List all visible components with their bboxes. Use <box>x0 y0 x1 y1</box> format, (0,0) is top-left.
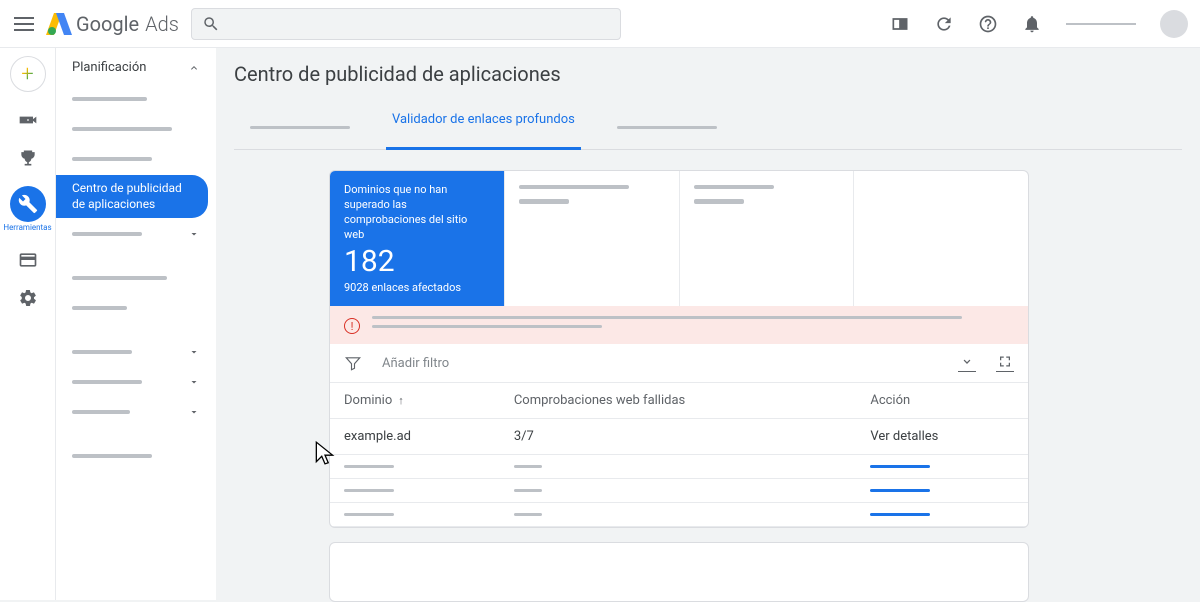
rail-campaigns[interactable] <box>8 110 48 130</box>
megaphone-icon <box>18 110 38 130</box>
panel-item[interactable] <box>56 294 216 322</box>
alert-banner: ! <box>330 306 1028 344</box>
download-icon[interactable] <box>958 354 976 372</box>
panel-item[interactable] <box>56 264 216 292</box>
filter-bar: Añadir filtro <box>330 344 1028 383</box>
cell-failed: 3/7 <box>500 419 857 455</box>
cell-domain: example.ad <box>330 419 500 455</box>
panel-item[interactable] <box>56 442 216 470</box>
appearance-icon[interactable] <box>890 14 910 34</box>
search-input[interactable] <box>191 8 621 40</box>
panel-item[interactable] <box>56 220 216 248</box>
rail-admin[interactable] <box>8 288 48 308</box>
rail-tools[interactable]: Herramientas <box>8 186 48 232</box>
table-row: example.ad 3/7 Ver detalles <box>330 419 1028 455</box>
chevron-down-icon <box>188 228 200 240</box>
rail-tools-label: Herramientas <box>3 224 51 232</box>
tab-item[interactable] <box>244 102 356 149</box>
table-row <box>330 479 1028 503</box>
sort-asc-icon: ↑ <box>398 394 404 407</box>
ads-logo-icon <box>48 13 70 35</box>
stat-box[interactable] <box>680 171 855 306</box>
panel-item-app-hub[interactable]: Centro de publicidad de aplicaciones <box>56 175 208 218</box>
add-filter-input[interactable]: Añadir filtro <box>382 356 938 371</box>
rail-billing[interactable] <box>8 250 48 270</box>
panel-item[interactable] <box>56 145 216 173</box>
logo-text-google: Google <box>76 12 139 36</box>
chevron-down-icon <box>188 406 200 418</box>
gear-icon <box>18 288 38 308</box>
panel-item[interactable] <box>56 368 216 396</box>
plus-icon: + <box>21 62 33 87</box>
tools-icon <box>18 194 38 214</box>
panel-item-label: Centro de publicidad de aplicaciones <box>72 181 196 212</box>
search-icon <box>202 15 220 33</box>
rail-create[interactable]: + <box>8 56 48 92</box>
panel-section-header[interactable]: Planificación <box>56 60 216 85</box>
card-icon <box>18 250 38 270</box>
stat-box[interactable] <box>854 171 1028 306</box>
fullscreen-icon[interactable] <box>996 354 1014 372</box>
page-title: Centro de publicidad de aplicaciones <box>234 62 1182 86</box>
google-ads-logo[interactable]: Google Ads <box>48 12 179 36</box>
chevron-up-icon <box>188 62 200 74</box>
panel-section-title: Planificación <box>72 60 146 75</box>
notifications-icon[interactable] <box>1022 14 1042 34</box>
tab-bar: Validador de enlaces profundos <box>234 102 1182 150</box>
stats-row: Dominios que no han superado las comprob… <box>330 171 1028 306</box>
panel-item[interactable] <box>56 85 216 113</box>
table-row <box>330 503 1028 527</box>
account-name-placeholder <box>1066 23 1136 25</box>
chevron-down-icon <box>188 346 200 358</box>
hamburger-menu-icon[interactable] <box>12 12 36 36</box>
validator-card: Dominios que no han superado las comprob… <box>329 170 1029 528</box>
error-icon: ! <box>344 318 360 334</box>
stat-failed-domains[interactable]: Dominios que no han superado las comprob… <box>330 171 505 306</box>
domains-table: Dominio↑ Comprobaciones web fallidas Acc… <box>330 383 1028 527</box>
stat-label: Dominios que no han superado las comprob… <box>344 183 490 242</box>
main-content: Centro de publicidad de aplicaciones Val… <box>216 48 1200 602</box>
stat-value: 182 <box>344 244 490 279</box>
col-failed[interactable]: Comprobaciones web fallidas <box>500 383 857 419</box>
panel-item[interactable] <box>56 338 216 366</box>
table-row <box>330 455 1028 479</box>
stat-box[interactable] <box>505 171 680 306</box>
col-action[interactable]: Acción <box>856 383 1028 419</box>
refresh-icon[interactable] <box>934 14 954 34</box>
panel-item[interactable] <box>56 398 216 426</box>
tab-deep-link-validator[interactable]: Validador de enlaces profundos <box>386 102 581 149</box>
rail-goals[interactable] <box>8 148 48 168</box>
header-actions <box>890 10 1188 38</box>
filter-icon[interactable] <box>344 354 362 372</box>
side-panel: Planificación Centro de publicidad de ap… <box>56 48 216 600</box>
secondary-card <box>329 542 1029 602</box>
app-header: Google Ads <box>0 0 1200 48</box>
logo-text-ads: Ads <box>145 12 179 36</box>
stat-sublabel: 9028 enlaces afectados <box>344 281 490 294</box>
col-domain[interactable]: Dominio↑ <box>330 383 500 419</box>
trophy-icon <box>18 148 38 168</box>
user-avatar[interactable] <box>1160 10 1188 38</box>
panel-item[interactable] <box>56 115 216 143</box>
cursor-icon <box>312 440 338 466</box>
tab-item[interactable] <box>611 102 723 149</box>
help-icon[interactable] <box>978 14 998 34</box>
icon-rail: + Herramientas <box>0 48 56 600</box>
view-details-link[interactable]: Ver detalles <box>856 419 1028 455</box>
chevron-down-icon <box>188 376 200 388</box>
